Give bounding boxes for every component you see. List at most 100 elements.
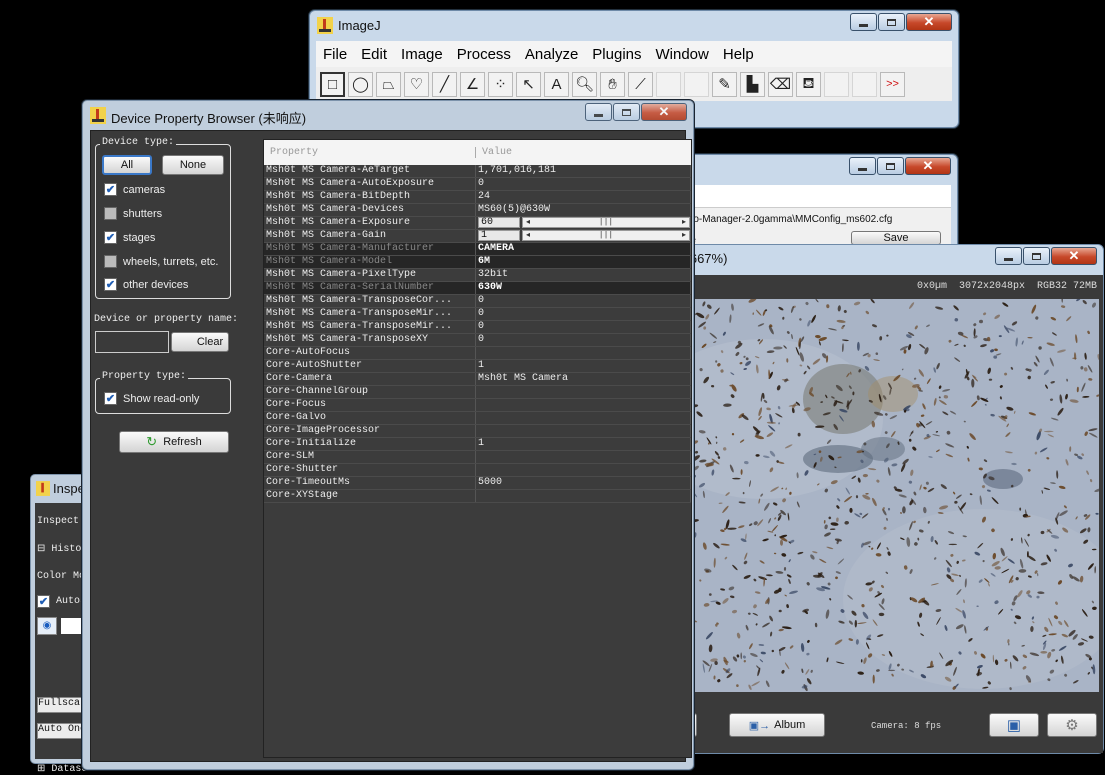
value-field[interactable]: 1 [478,230,520,241]
property-value-cell[interactable]: Msh0t MS Camera [476,373,691,385]
property-value-cell[interactable] [476,347,691,359]
table-row[interactable]: Msh0t MS Camera-Gain 1 ◂ ||| ▸ [264,230,691,243]
table-row[interactable]: Core-ChannelGroup [264,386,691,399]
save-image-button[interactable]: ▣ [989,713,1039,737]
column-header-value[interactable]: Value [476,147,691,158]
property-value-cell[interactable]: 1,701,016,181 [476,165,691,177]
channel-visibility[interactable]: ◉ [37,617,83,635]
table-row[interactable]: Core-Focus [264,399,691,412]
more-tools-button[interactable]: >> [880,71,905,97]
minimize-button[interactable] [995,247,1022,265]
autostretch-checkbox[interactable]: ✔ Autos [37,595,86,609]
table-row[interactable]: Msh0t MS Camera-Model 6M [264,256,691,269]
property-value-slider[interactable]: 1 ◂ ||| ▸ [476,230,691,242]
property-value-slider[interactable]: 60 ◂ ||| ▸ [476,217,691,229]
table-row[interactable]: Core-SLM [264,451,691,464]
table-row[interactable]: Msh0t MS Camera-PixelType 32bit [264,269,691,282]
table-row[interactable]: Core-XYStage [264,490,691,503]
table-row[interactable]: Msh0t MS Camera-AutoExposure 0 [264,178,691,191]
polygon-tool[interactable]: ⏢ [376,71,401,97]
save-button[interactable]: Save [851,231,941,245]
table-row[interactable]: Core-ImageProcessor [264,425,691,438]
property-value-cell[interactable]: 24 [476,191,691,203]
maximize-button[interactable] [613,103,640,121]
maximize-button[interactable] [1023,247,1050,265]
line-tool[interactable]: ╱ [432,71,457,97]
column-header-property[interactable]: Property [264,147,476,158]
scroll-tool[interactable]: ✋︎ [600,71,625,97]
close-button[interactable]: ✕ [906,13,952,31]
table-row[interactable]: Core-Camera Msh0t MS Camera [264,373,691,386]
property-value-cell[interactable]: 1 [476,438,691,450]
minimize-button[interactable] [585,103,612,121]
none-button[interactable]: None [162,155,224,175]
menu-file[interactable]: File [316,46,354,63]
table-row[interactable]: Msh0t MS Camera-TransposeMir... 0 [264,308,691,321]
property-value-cell[interactable]: MS60(5)@630W [476,204,691,216]
imagej-titlebar[interactable]: ImageJ ✕ [310,11,958,41]
property-value-cell[interactable] [476,490,691,502]
property-value-cell[interactable] [476,451,691,463]
table-row[interactable]: Msh0t MS Camera-TransposeXY 0 [264,334,691,347]
wand-tool[interactable]: ↖ [516,71,541,97]
microscope-image[interactable] [683,299,1099,692]
table-row[interactable]: Msh0t MS Camera-Manufacturer CAMERA [264,243,691,256]
table-row[interactable]: Core-TimeoutMs 5000 [264,477,691,490]
value-scrollbar[interactable]: ◂ ||| ▸ [522,217,690,228]
table-row[interactable]: Msh0t MS Camera-Exposure 60 ◂ ||| ▸ [264,217,691,230]
angle-tool[interactable]: ∠ [460,71,485,97]
table-row[interactable]: Msh0t MS Camera-AeTarget 1,701,016,181 [264,165,691,178]
property-value-cell[interactable] [476,386,691,398]
minimize-button[interactable] [850,13,877,31]
show-readonly-checkbox[interactable]: ✔ Show read-only [104,392,199,405]
maximize-button[interactable] [878,13,905,31]
property-value-cell[interactable] [476,412,691,424]
table-row[interactable]: Core-AutoShutter 1 [264,360,691,373]
menu-window[interactable]: Window [649,46,716,63]
property-value-cell[interactable]: 0 [476,178,691,190]
menu-image[interactable]: Image [394,46,450,63]
filter-other-devices[interactable]: ✔ other devices [104,278,188,291]
brush-tool[interactable]: ▙ [740,71,765,97]
filter-stages[interactable]: ✔ stages [104,231,155,244]
filter-shutters[interactable]: shutters [104,207,162,220]
dpb-titlebar[interactable]: Device Property Browser (未响应) ✕ [83,101,693,131]
table-row[interactable]: Core-AutoFocus [264,347,691,360]
image-window-titlebar[interactable]: .6667%) ✕ [677,245,1103,275]
property-value-cell[interactable]: 0 [476,321,691,333]
table-row[interactable]: Core-Galvo [264,412,691,425]
oval-tool[interactable]: ◯ [348,71,373,97]
refresh-button[interactable]: ↻ Refresh [119,431,229,453]
rectangle-tool[interactable]: □ [320,71,345,97]
table-row[interactable]: Msh0t MS Camera-TransposeCor... 0 [264,295,691,308]
close-button[interactable]: ✕ [641,103,687,121]
property-value-cell[interactable]: 1 [476,360,691,372]
maximize-button[interactable] [877,157,904,175]
freehand-tool[interactable]: ♡ [404,71,429,97]
table-row[interactable]: Core-Initialize 1 [264,438,691,451]
color-picker-tool[interactable]: ⟋ [628,71,653,97]
minimize-button[interactable] [849,157,876,175]
table-row[interactable]: Msh0t MS Camera-TransposeMir... 0 [264,321,691,334]
filter-wheels[interactable]: wheels, turrets, etc. [104,255,218,268]
point-tool[interactable]: ⁘ [488,71,513,97]
property-value-cell[interactable]: 5000 [476,477,691,489]
all-button[interactable]: All [102,155,152,175]
flood-fill-tool[interactable]: ⛾ [796,71,821,97]
table-row[interactable]: Core-Shutter [264,464,691,477]
menu-process[interactable]: Process [450,46,518,63]
clear-button[interactable]: Clear [171,332,229,352]
property-value-cell[interactable] [476,425,691,437]
search-input[interactable] [95,331,169,353]
property-value-cell[interactable] [476,399,691,411]
value-scrollbar[interactable]: ◂ ||| ▸ [522,230,690,241]
property-value-cell[interactable]: 0 [476,295,691,307]
menu-edit[interactable]: Edit [354,46,394,63]
pencil-tool[interactable]: ✎ [712,71,737,97]
menu-plugins[interactable]: Plugins [585,46,648,63]
menu-help[interactable]: Help [716,46,761,63]
value-field[interactable]: 60 [478,217,520,228]
table-row[interactable]: Msh0t MS Camera-SerialNumber 630W [264,282,691,295]
close-button[interactable]: ✕ [905,157,951,175]
album-button[interactable]: ▣→ Album [729,713,825,737]
